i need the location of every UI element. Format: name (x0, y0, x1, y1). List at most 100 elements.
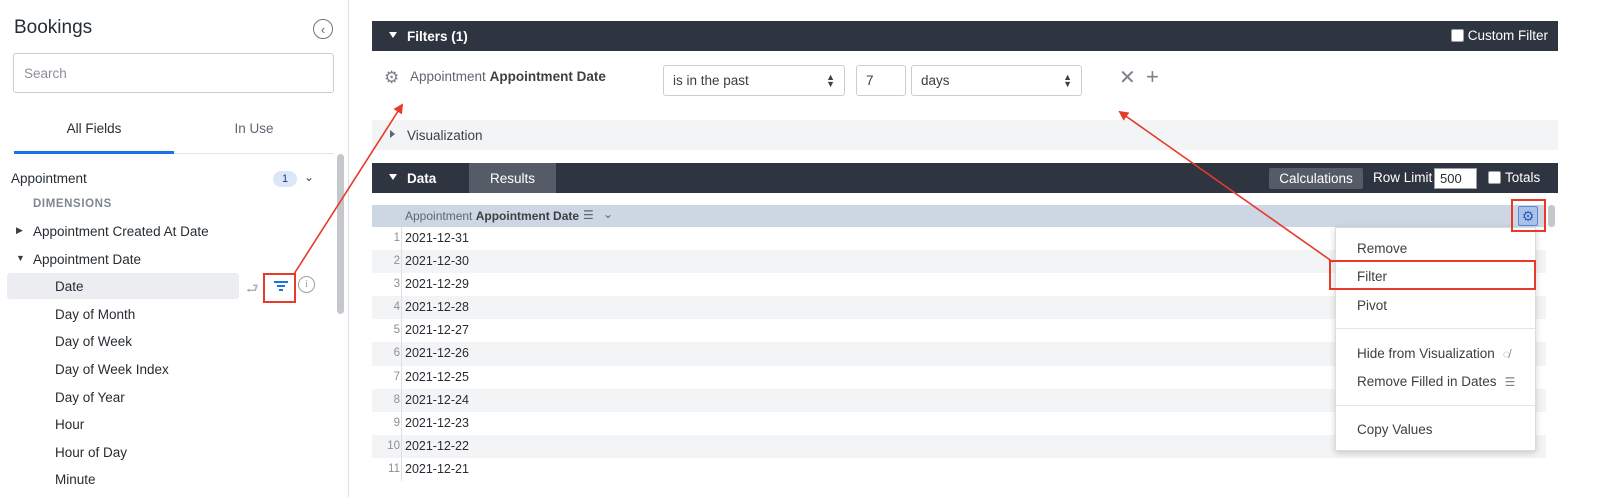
totals-label: Totals (1505, 170, 1541, 185)
field-label: Date (55, 279, 84, 295)
cell-appointment-date[interactable]: 2021-12-21 (405, 462, 469, 476)
row-number: 8 (393, 393, 400, 406)
filter-gear-icon[interactable]: ⚙ (384, 68, 399, 88)
field-tree: Appointment 1 ⌄ DIMENSIONS ▶ Appointment… (0, 163, 340, 493)
highlight-filter-icon (263, 273, 296, 303)
in-use-count-badge: 1 (273, 171, 297, 187)
row-number: 9 (393, 416, 400, 429)
column-header-label: Appointment Appointment Date (405, 209, 580, 223)
filter-amount-input[interactable]: 7 (856, 65, 906, 96)
menu-item-remove[interactable]: Remove (1357, 241, 1407, 256)
row-limit-label: Row Limit (1373, 170, 1433, 185)
row-number: 2 (393, 255, 400, 268)
cell-appointment-date[interactable]: 2021-12-28 (405, 300, 469, 314)
totals-toggle[interactable]: Totals (1488, 170, 1540, 185)
dimension-group-created-at-date[interactable]: ▶ Appointment Created At Date (0, 217, 340, 245)
field-picker-sidebar: Bookings ‹ All Fields In Use Appointment… (0, 0, 349, 497)
field-label: Minute (55, 472, 96, 488)
filter-unit-select[interactable]: days ▲ ▼ (911, 65, 1082, 96)
caret-right-icon[interactable] (390, 130, 395, 138)
eye-slash-icon: ◌̸ (1502, 346, 1510, 361)
menu-item-pivot[interactable]: Pivot (1357, 298, 1387, 313)
visualization-title: Visualization (407, 128, 483, 143)
chevron-down-icon[interactable]: ⌄ (603, 207, 613, 221)
data-tab[interactable]: Data (407, 171, 436, 186)
field-tabs: All Fields In Use (14, 110, 334, 154)
visualization-section-header[interactable]: Visualization (372, 120, 1558, 150)
fill-dates-icon[interactable]: ☰ (583, 208, 594, 222)
menu-item-remove-filled-in-dates[interactable]: Remove Filled in Dates ☰ (1357, 374, 1515, 389)
row-number: 7 (393, 370, 400, 383)
add-filter-icon[interactable]: + (1146, 66, 1159, 88)
explore-title: Bookings (14, 17, 93, 38)
field-label: Day of Week Index (55, 361, 169, 377)
menu-item-hide-from-visualization[interactable]: Hide from Visualization ◌̸ (1357, 346, 1510, 361)
field-day-of-week[interactable]: Day of Week (0, 327, 340, 355)
collapse-sidebar-icon[interactable]: ‹ (313, 19, 333, 39)
field-hour-of-day[interactable]: Hour of Day (0, 438, 340, 466)
tab-all-fields[interactable]: All Fields (14, 110, 174, 154)
menu-item-copy-values[interactable]: Copy Values (1357, 422, 1433, 437)
row-number: 1 (393, 232, 400, 244)
field-day-of-year[interactable]: Day of Year (0, 383, 340, 411)
dimensions-heading: DIMENSIONS (33, 198, 112, 210)
grid-scrollbar[interactable] (1548, 205, 1555, 227)
field-hour[interactable]: Hour (0, 410, 340, 438)
cell-appointment-date[interactable]: 2021-12-25 (405, 370, 469, 384)
field-label: Day of Week (55, 334, 133, 350)
caret-right-icon[interactable]: ▶ (16, 225, 23, 236)
field-label: Hour (55, 417, 85, 433)
info-icon[interactable]: i (298, 276, 315, 294)
row-limit-input[interactable] (1434, 168, 1477, 189)
totals-checkbox[interactable] (1488, 171, 1501, 184)
field-minute[interactable]: Minute (0, 465, 340, 493)
menu-divider (1336, 328, 1535, 329)
custom-filter-checkbox[interactable] (1450, 29, 1464, 42)
table-row: 11 2021-12-21 (372, 457, 1546, 482)
remove-filter-icon[interactable]: ✕ (1119, 68, 1136, 88)
caret-down-icon[interactable] (389, 174, 397, 180)
fill-dates-icon: ☰ (1504, 374, 1516, 389)
field-label: Day of Year (55, 389, 125, 405)
field-label: Day of Month (55, 306, 136, 322)
results-tab[interactable]: Results (469, 163, 556, 193)
filter-condition-select[interactable]: is in the past ▲ ▼ (663, 65, 845, 96)
cell-appointment-date[interactable]: 2021-12-30 (405, 254, 469, 268)
view-appointment[interactable]: Appointment 1 ⌄ (0, 163, 340, 191)
highlight-column-gear (1511, 199, 1546, 232)
column-header[interactable]: Appointment Appointment Date ☰ ⌄ ⚙ (372, 205, 1546, 227)
calculations-button[interactable]: Calculations (1269, 168, 1363, 189)
row-number: 10 (387, 439, 400, 452)
field-label: Appointment Date (33, 251, 142, 267)
data-section-header[interactable]: Data Results Calculations Row Limit Tota… (372, 163, 1558, 193)
cell-appointment-date[interactable]: 2021-12-22 (405, 439, 469, 453)
pivot-icon[interactable]: ⮐ (246, 278, 259, 302)
cell-appointment-date[interactable]: 2021-12-23 (405, 416, 469, 430)
sidebar-scrollbar[interactable] (337, 154, 344, 314)
caret-down-icon[interactable]: ▼ (16, 253, 25, 263)
dimension-group-appointment-date[interactable]: ▼ Appointment Date (0, 245, 340, 273)
chevron-down-icon[interactable]: ⌄ (304, 170, 314, 184)
highlight-menu-filter (1329, 260, 1536, 290)
filter-field-label: Appointment Appointment Date (410, 69, 606, 84)
field-day-of-month[interactable]: Day of Month (0, 300, 340, 328)
field-search-input[interactable] (13, 53, 334, 93)
field-label: Appointment Created At Date (33, 224, 209, 239)
cell-appointment-date[interactable]: 2021-12-29 (405, 277, 469, 291)
menu-divider (1336, 405, 1535, 406)
row-number: 11 (388, 462, 400, 475)
tab-in-use[interactable]: In Use (174, 110, 334, 153)
row-number: 4 (393, 301, 400, 314)
field-label: Hour of Day (55, 444, 128, 460)
cell-appointment-date[interactable]: 2021-12-26 (405, 346, 469, 360)
row-number: 3 (393, 278, 400, 291)
cell-appointment-date[interactable]: 2021-12-27 (405, 323, 469, 337)
cell-appointment-date[interactable]: 2021-12-24 (405, 393, 469, 407)
select-arrows-icon: ▲ ▼ (826, 72, 835, 89)
caret-down-icon[interactable] (389, 32, 397, 38)
field-day-of-week-index[interactable]: Day of Week Index (0, 355, 340, 383)
custom-filter-toggle[interactable]: Custom Filter (1450, 28, 1548, 43)
cell-appointment-date[interactable]: 2021-12-31 (405, 231, 469, 245)
filters-section-header[interactable]: Filters (1) Custom Filter (372, 21, 1558, 51)
row-number: 5 (393, 324, 400, 337)
